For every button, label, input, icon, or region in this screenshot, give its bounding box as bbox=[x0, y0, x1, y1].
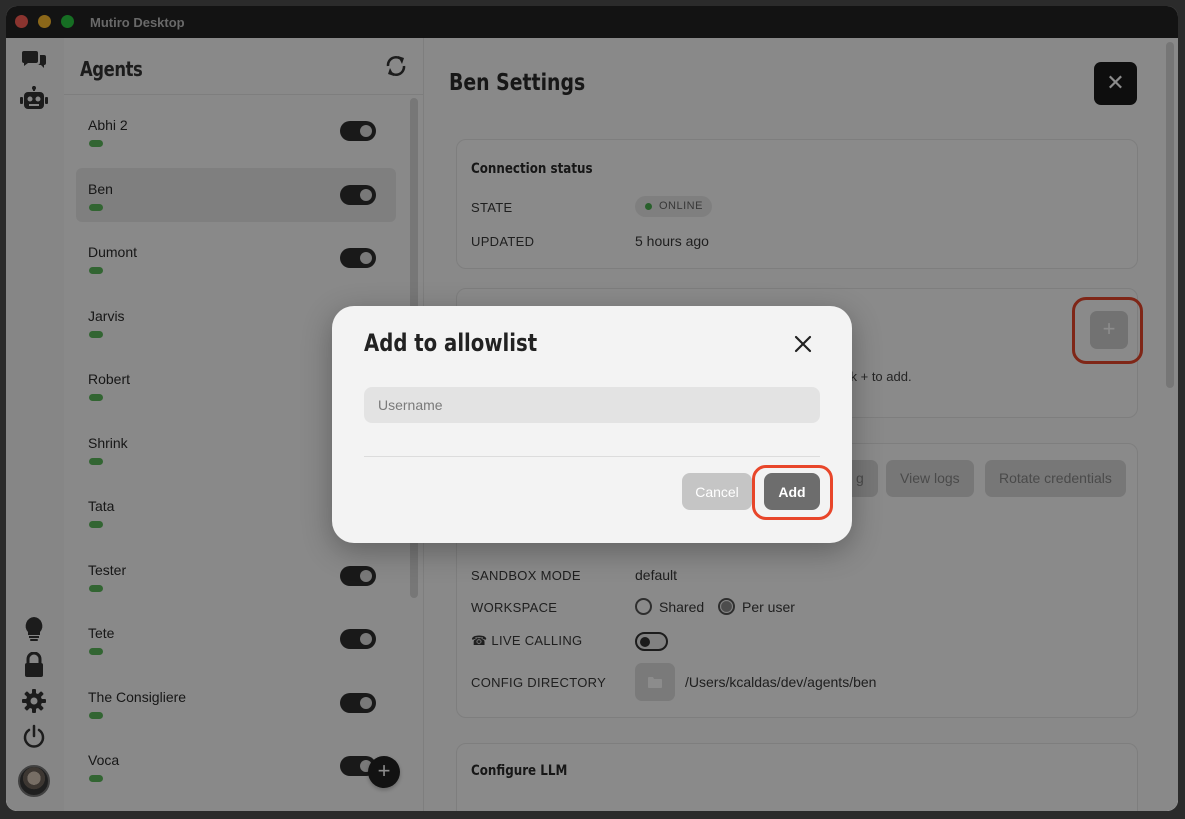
dialog-title: Add to allowlist bbox=[364, 329, 538, 357]
add-button-highlight bbox=[752, 465, 833, 520]
close-icon[interactable] bbox=[793, 334, 813, 354]
dialog-divider bbox=[364, 456, 820, 457]
username-input[interactable] bbox=[364, 387, 820, 423]
cancel-button[interactable]: Cancel bbox=[682, 473, 752, 510]
